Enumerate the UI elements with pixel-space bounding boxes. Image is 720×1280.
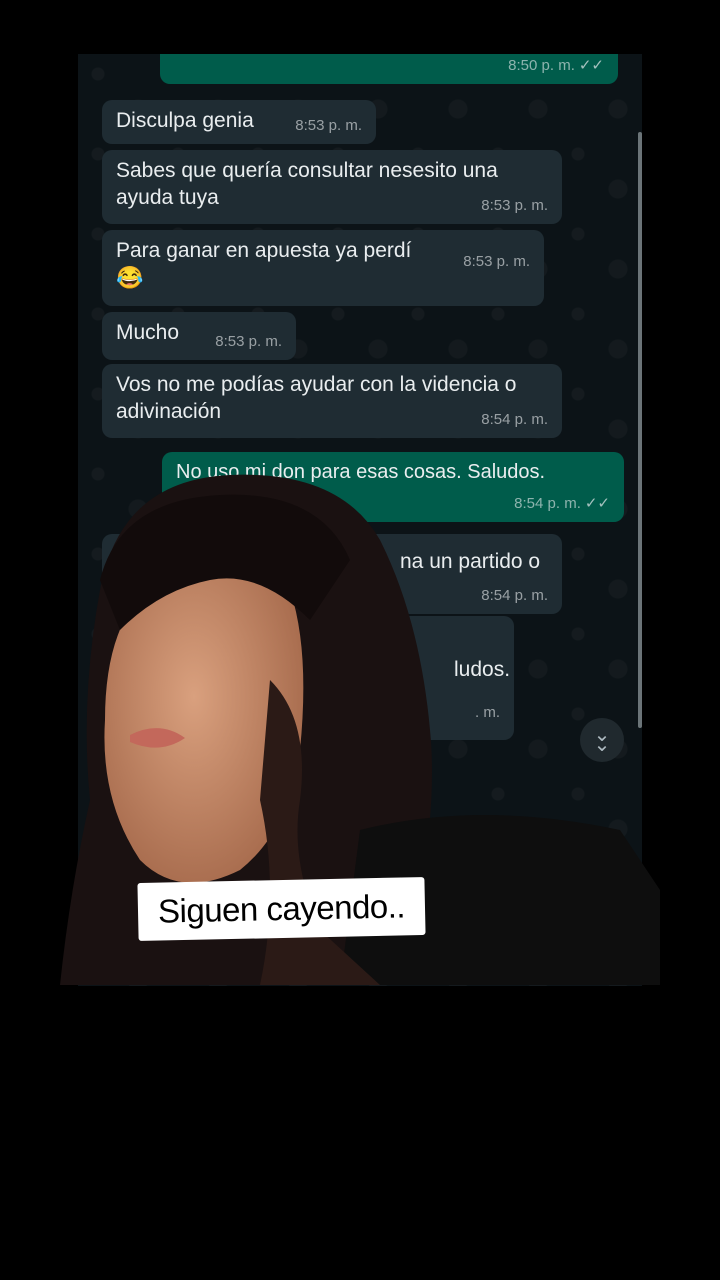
video-caption: Siguen cayendo.. bbox=[137, 877, 426, 941]
message-text: Para ganar en apuesta ya perdí bbox=[116, 239, 412, 262]
message-bubble-incoming[interactable]: Mucho 8:53 p. m. bbox=[102, 312, 296, 360]
message-time: 8:53 p. m. bbox=[463, 253, 530, 270]
message-text: Sabes que quería consultar nesesito una … bbox=[116, 159, 498, 209]
read-ticks-icon: ✓✓ bbox=[578, 57, 604, 74]
laughing-emoji-icon: 😂 bbox=[116, 265, 144, 290]
message-time: 8:53 p. m. bbox=[481, 197, 548, 214]
message-time: 8:50 p. m. ✓✓ bbox=[508, 57, 604, 74]
message-bubble-outgoing[interactable]: 8:50 p. m. ✓✓ bbox=[160, 54, 618, 84]
message-time: 8:54 p. m. bbox=[481, 411, 548, 428]
message-text: Mucho bbox=[116, 321, 180, 344]
message-text: Vos no me podías ayudar con la videncia … bbox=[116, 373, 517, 423]
message-time: 8:53 p. m. bbox=[295, 117, 362, 134]
message-bubble-incoming[interactable]: Sabes que quería consultar nesesito una … bbox=[102, 150, 562, 224]
message-bubble-incoming[interactable]: Vos no me podías ayudar con la videncia … bbox=[102, 364, 562, 438]
message-bubble-incoming[interactable]: Para ganar en apuesta ya perdí 😂 8:53 p.… bbox=[102, 230, 544, 306]
message-text: Disculpa genia bbox=[116, 109, 254, 132]
message-bubble-incoming[interactable]: Disculpa genia 8:53 p. m. bbox=[102, 100, 376, 144]
message-time: 8:53 p. m. bbox=[215, 333, 282, 350]
